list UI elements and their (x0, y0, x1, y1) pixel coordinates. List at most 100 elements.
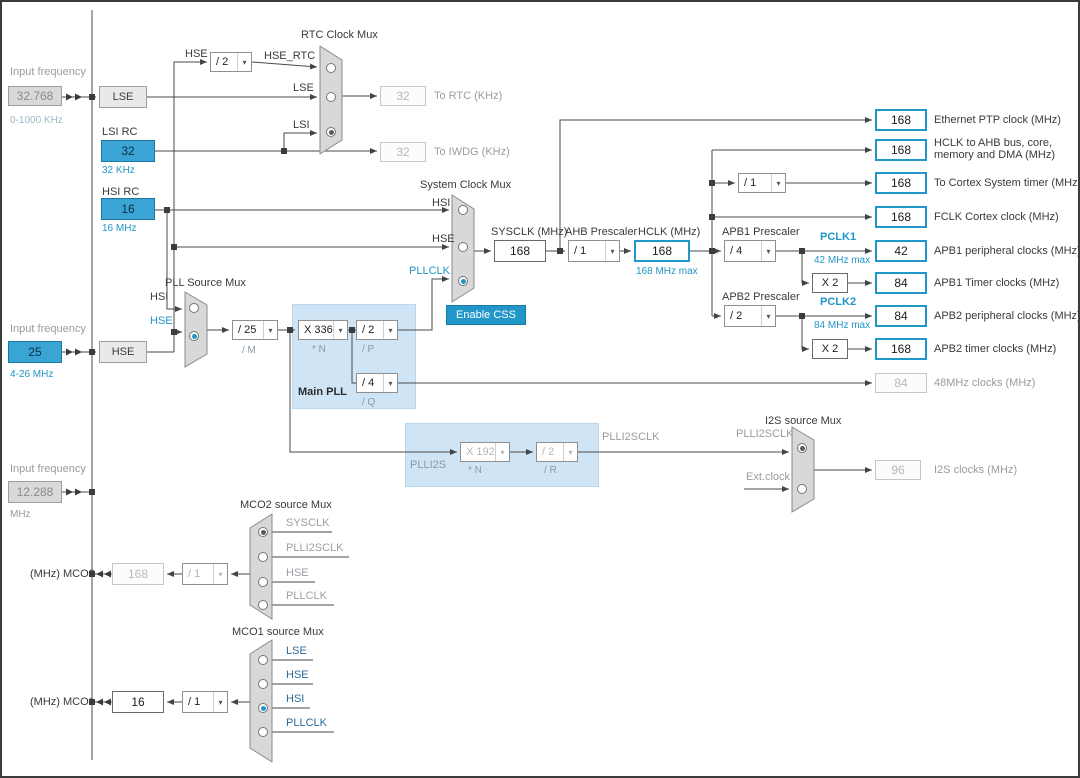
radio-pll-hse[interactable] (189, 331, 199, 341)
i2s-plli2sclk-label: PLLI2SCLK (736, 428, 794, 440)
mco1-divider-dropdown[interactable]: / 1 ▾ (182, 691, 228, 713)
plli2s-title: PLLI2S (410, 459, 447, 471)
mco1-value-field: 16 (112, 691, 164, 713)
hclk-value-field[interactable]: 168 (634, 240, 690, 262)
apb2-timer-clocks-field[interactable]: 168 (875, 338, 927, 360)
pll-n-label: * N (312, 344, 326, 355)
hse-input-frequency-field[interactable]: 25 (8, 341, 62, 363)
pclk1-max-label: 42 MHz max (814, 255, 871, 266)
radio-sys-hse[interactable] (458, 242, 468, 252)
chevron-down-icon: ▾ (771, 174, 785, 192)
radio-mco1-pllclk[interactable] (258, 727, 268, 737)
pll-m-label: / M (242, 345, 256, 356)
hclk-ahb-value-field[interactable]: 168 (875, 139, 927, 161)
chevron-down-icon: ▾ (383, 321, 397, 339)
i2s-extclock-label: Ext.clock (746, 471, 791, 483)
mco2-option-pllclk: PLLCLK (286, 590, 327, 602)
radio-mco1-lse[interactable] (258, 655, 268, 665)
chevron-down-icon: ▾ (563, 443, 577, 461)
chevron-down-icon: ▾ (263, 321, 277, 339)
apb1-timer-clocks-label: APB1 Timer clocks (MHz) (934, 277, 1060, 289)
pll-p-divider-dropdown[interactable]: / 2 ▾ (356, 320, 398, 340)
mco1-option-pllclk: PLLCLK (286, 717, 327, 729)
chevron-down-icon: ▾ (761, 306, 775, 326)
radio-mco2-hse[interactable] (258, 577, 268, 587)
mco2-pin-label: (MHz) MCO2 (30, 568, 95, 580)
sysclk-value-field[interactable]: 168 (494, 240, 546, 262)
chevron-down-icon: ▾ (237, 53, 251, 71)
fclk-value-field[interactable]: 168 (875, 206, 927, 228)
lsi-rc-label: LSI RC (102, 126, 138, 138)
chevron-down-icon: ▾ (213, 692, 227, 712)
hclk-label: HCLK (MHz) (638, 226, 701, 238)
hclk-max-label: 168 MHz max (636, 266, 698, 277)
apb1-prescaler-dropdown[interactable]: / 4 ▾ (724, 240, 776, 262)
radio-i2s-extclock[interactable] (797, 484, 807, 494)
hclk-ahb-label: HCLK to AHB bus, core, memory and DMA (M… (934, 137, 1056, 161)
i2s-clocks-value-field: 96 (875, 460, 921, 480)
apb1-peripheral-clocks-label: APB1 peripheral clocks (MHz) (934, 245, 1080, 257)
mco1-option-hse: HSE (286, 669, 309, 681)
radio-rtc-hse[interactable] (326, 63, 336, 73)
lsi-value-box: 32 (101, 140, 155, 162)
hse-rtc-label: HSE_RTC (264, 50, 316, 62)
radio-mco1-hsi[interactable] (258, 703, 268, 713)
lse-input-frequency-label: Input frequency (10, 66, 86, 78)
enable-css-button[interactable]: Enable CSS (446, 305, 526, 325)
lse-input-frequency-field: 32.768 (8, 86, 62, 106)
radio-mco1-hse[interactable] (258, 679, 268, 689)
radio-pll-hsi[interactable] (189, 303, 199, 313)
mco1-pin-label: (MHz) MCO1 (30, 696, 95, 708)
radio-sys-pllclk[interactable] (458, 276, 468, 286)
pclk1-label: PCLK1 (820, 231, 857, 243)
radio-mco2-pllclk[interactable] (258, 600, 268, 610)
hse-range-label: 4-26 MHz (10, 369, 54, 380)
pll-m-divider-dropdown[interactable]: / 25 ▾ (232, 320, 278, 340)
i2s-mux-title: I2S source Mux (765, 415, 842, 427)
i2s-mux-shape (791, 426, 815, 513)
radio-mco2-plli2sclk[interactable] (258, 552, 268, 562)
apb2-prescaler-label: APB2 Prescaler (722, 291, 800, 303)
apb1-timer-clocks-field[interactable]: 84 (875, 272, 927, 294)
radio-rtc-lsi[interactable] (326, 127, 336, 137)
apb2-prescaler-dropdown[interactable]: / 2 ▾ (724, 305, 776, 327)
radio-i2s-plli2sclk[interactable] (797, 443, 807, 453)
i2s-clocks-label: I2S clocks (MHz) (934, 464, 1018, 476)
radio-mco2-sysclk[interactable] (258, 527, 268, 537)
lse-osc-box: LSE (99, 86, 147, 108)
ahb-prescaler-dropdown[interactable]: / 1 ▾ (568, 240, 620, 262)
chevron-down-icon: ▾ (383, 374, 397, 392)
mco2-mux-title: MCO2 source Mux (240, 499, 332, 511)
lse-range-label: 0-1000 KHz (10, 115, 63, 126)
rtc-hse-divider-dropdown[interactable]: / 2 ▾ (210, 52, 252, 72)
cortex-timer-label: To Cortex System timer (MHz) (934, 177, 1080, 189)
mco2-option-hse: HSE (286, 567, 309, 579)
plli2sclk-wire-label: PLLI2SCLK (602, 431, 660, 443)
plli2s-r-label: / R (544, 465, 557, 476)
rtc-lse-label: LSE (293, 82, 314, 94)
mco1-option-hsi: HSI (286, 693, 305, 705)
chevron-down-icon: ▾ (761, 241, 775, 261)
rtc-lsi-label: LSI (293, 119, 310, 131)
plli2s-n-multiplier-dropdown: X 192 ▾ (460, 442, 510, 462)
to-iwdg-value-field: 32 (380, 142, 426, 162)
plli2s-r-divider-dropdown: / 2 ▾ (536, 442, 578, 462)
apb2-peripheral-clocks-field[interactable]: 84 (875, 305, 927, 327)
i2s-ckin-frequency-label: Input frequency (10, 463, 86, 475)
mco2-value-field: 168 (112, 563, 164, 585)
pll-q-divider-dropdown[interactable]: / 4 ▾ (356, 373, 398, 393)
apb1-peripheral-clocks-field[interactable]: 42 (875, 240, 927, 262)
ethernet-ptp-value-field[interactable]: 168 (875, 109, 927, 131)
radio-rtc-lse[interactable] (326, 92, 336, 102)
pll-hse-label: HSE (150, 315, 173, 327)
ahb-prescaler-label: AHB Prescaler (565, 226, 638, 238)
mco1-option-lse: LSE (286, 645, 307, 657)
mco2-option-sysclk: SYSCLK (286, 517, 330, 529)
pll-n-multiplier-dropdown[interactable]: X 336 ▾ (298, 320, 348, 340)
cortex-timer-divider-dropdown[interactable]: / 1 ▾ (738, 173, 786, 193)
pclk2-max-label: 84 MHz max (814, 320, 871, 331)
clk48-value-field: 84 (875, 373, 927, 393)
cortex-timer-value-field[interactable]: 168 (875, 172, 927, 194)
radio-sys-hsi[interactable] (458, 205, 468, 215)
fclk-label: FCLK Cortex clock (MHz) (934, 211, 1059, 223)
